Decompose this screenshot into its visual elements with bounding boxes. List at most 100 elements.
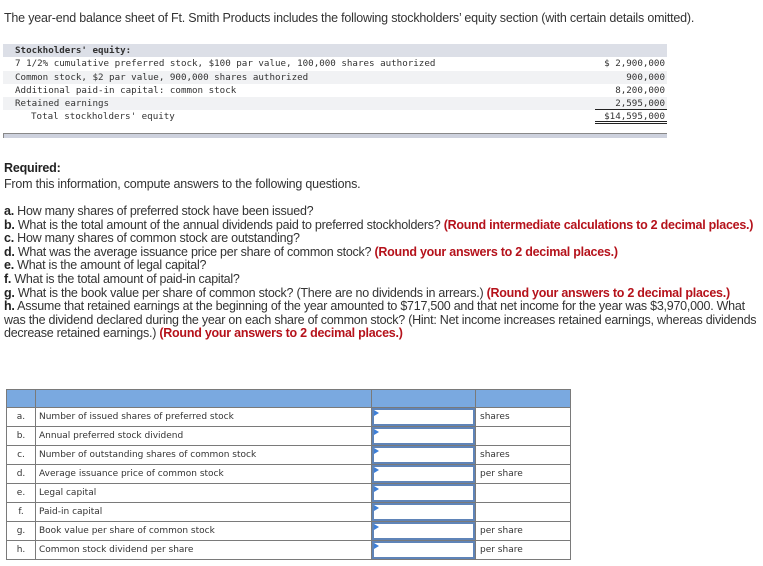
answer-unit: per share — [475, 540, 571, 560]
answer-input-common-dividend-per-share[interactable] — [372, 541, 475, 559]
answer-input-preferred-shares-issued[interactable] — [372, 408, 475, 426]
question-item: g. What is the book value per share of c… — [4, 285, 759, 301]
answer-letter: e. — [6, 483, 36, 503]
answer-table: a. Number of issued shares of preferred … — [6, 389, 571, 560]
input-flag-icon — [374, 505, 379, 511]
answer-row: d. Average issuance price of common stoc… — [6, 464, 571, 484]
answer-label: Number of issued shares of preferred sto… — [35, 407, 372, 427]
statement-row-label: 7 1/2% cumulative preferred stock, $100 … — [15, 58, 436, 70]
input-flag-icon — [374, 543, 379, 549]
answer-label: Average issuance price of common stock — [35, 464, 372, 484]
answer-table-header — [6, 389, 571, 408]
question-hint: (Round your answers to 2 decimal places.… — [486, 285, 731, 300]
statement-total-row: Total stockholders' equity $14,595,000 — [3, 110, 667, 124]
question-item: f. What is the total amount of paid-in c… — [4, 271, 759, 287]
question-letter: c. — [4, 231, 14, 246]
statement-row-amount: 2,595,000 — [595, 97, 667, 111]
input-flag-icon — [374, 429, 379, 435]
answer-letter: b. — [6, 426, 36, 446]
question-letter: a. — [4, 204, 14, 218]
answer-letter: f. — [6, 502, 36, 522]
question-item: a. How many shares of preferred stock ha… — [4, 204, 759, 219]
statement-row-amount: 8,200,000 — [615, 84, 665, 96]
answer-letter: d. — [6, 464, 36, 484]
answer-input-preferred-dividend[interactable] — [372, 427, 475, 445]
question-text: What was the average issuance price per … — [14, 244, 375, 259]
input-flag-icon — [374, 448, 379, 454]
answer-label: Common stock dividend per share — [35, 540, 372, 560]
answer-unit — [475, 502, 571, 522]
statement-row: Retained earnings 2,595,000 — [3, 97, 667, 111]
statement-row: Additional paid-in capital: common stock… — [3, 84, 667, 97]
question-text: What is the total amount of paid-in capi… — [11, 271, 240, 286]
question-item: b. What is the total amount of the annua… — [4, 217, 759, 233]
answer-unit: shares — [475, 445, 571, 465]
statement-header: Stockholders' equity: — [15, 45, 132, 56]
answer-label: Book value per share of common stock — [35, 521, 372, 541]
required-section: Required: From this information, compute… — [4, 160, 361, 192]
statement-row-amount: $ 2,900,000 — [604, 58, 665, 70]
statement-total-amount: $14,595,000 — [595, 110, 667, 124]
answer-row: g. Book value per share of common stock … — [6, 521, 571, 541]
answer-label: Number of outstanding shares of common s… — [35, 445, 372, 465]
input-flag-icon — [374, 410, 379, 416]
statement-row-label: Retained earnings — [15, 98, 110, 110]
answer-letter: c. — [6, 445, 36, 465]
answer-label: Annual preferred stock dividend — [35, 426, 372, 446]
input-flag-icon — [374, 467, 379, 473]
statement-row: Common stock, $2 par value, 900,000 shar… — [3, 70, 667, 84]
statement-header-row: Stockholders' equity: — [3, 44, 667, 58]
question-letter: b. — [4, 217, 15, 232]
answer-unit — [475, 426, 571, 446]
answer-row: a. Number of issued shares of preferred … — [6, 407, 571, 427]
answer-unit — [475, 483, 571, 503]
required-title: Required: — [4, 161, 61, 175]
question-item: c. How many shares of common stock are o… — [4, 231, 759, 246]
question-hint: (Round your answers to 2 decimal places.… — [374, 244, 618, 259]
answer-unit: per share — [475, 464, 571, 484]
answer-letter: g. — [6, 521, 36, 541]
question-letter: g. — [4, 285, 15, 300]
statement-bottom-bar — [3, 133, 667, 138]
question-item: e. What is the amount of legal capital? — [4, 259, 759, 273]
question-list: a. How many shares of preferred stock ha… — [4, 204, 759, 341]
input-flag-icon — [374, 486, 379, 492]
statement-row: 7 1/2% cumulative preferred stock, $100 … — [3, 57, 667, 70]
answer-label: Legal capital — [35, 483, 372, 503]
input-flag-icon — [374, 524, 379, 530]
stockholders-equity-statement: Stockholders' equity: 7 1/2% cumulative … — [3, 44, 667, 124]
required-text: From this information, compute answers t… — [4, 177, 361, 191]
question-item: d. What was the average issuance price p… — [4, 244, 759, 260]
answer-row: h. Common stock dividend per share per s… — [6, 540, 571, 560]
answer-letter: a. — [6, 407, 36, 427]
question-letter: d. — [4, 244, 15, 259]
question-letter: h. — [4, 299, 15, 314]
answer-letter: h. — [6, 540, 36, 560]
answer-input-legal-capital[interactable] — [372, 484, 475, 502]
answer-unit: per share — [475, 521, 571, 541]
answer-row: c. Number of outstanding shares of commo… — [6, 445, 571, 465]
question-text: How many shares of preferred stock have … — [13, 204, 314, 218]
question-text: What is the book value per share of comm… — [14, 285, 487, 300]
question-hint: (Round your answers to 2 decimal places.… — [159, 326, 403, 341]
question-item: h. Assume that retained earnings at the … — [4, 299, 759, 341]
problem-intro: The year-end balance sheet of Ft. Smith … — [4, 11, 695, 25]
statement-row-amount: 900,000 — [626, 71, 665, 83]
statement-total-label: Total stockholders' equity — [31, 111, 175, 123]
question-text: How many shares of common stock are outs… — [13, 231, 300, 246]
statement-row-label: Common stock, $2 par value, 900,000 shar… — [15, 71, 309, 83]
answer-row: f. Paid-in capital — [6, 502, 571, 522]
answer-input-common-shares-outstanding[interactable] — [372, 446, 475, 464]
question-text: What is the total amount of the annual d… — [14, 217, 444, 232]
answer-label: Paid-in capital — [35, 502, 372, 522]
question-text: What is the amount of legal capital? — [13, 258, 207, 273]
question-hint: (Round intermediate calculations to 2 de… — [443, 217, 754, 232]
question-letter: e. — [4, 258, 14, 273]
answer-input-paid-in-capital[interactable] — [372, 503, 475, 521]
answer-row: b. Annual preferred stock dividend — [6, 426, 571, 446]
statement-row-label: Additional paid-in capital: common stock — [15, 84, 237, 96]
answer-row: e. Legal capital — [6, 483, 571, 503]
answer-input-average-issuance-price[interactable] — [372, 465, 475, 483]
answer-unit: shares — [475, 407, 571, 427]
answer-input-book-value-per-share[interactable] — [372, 522, 475, 540]
